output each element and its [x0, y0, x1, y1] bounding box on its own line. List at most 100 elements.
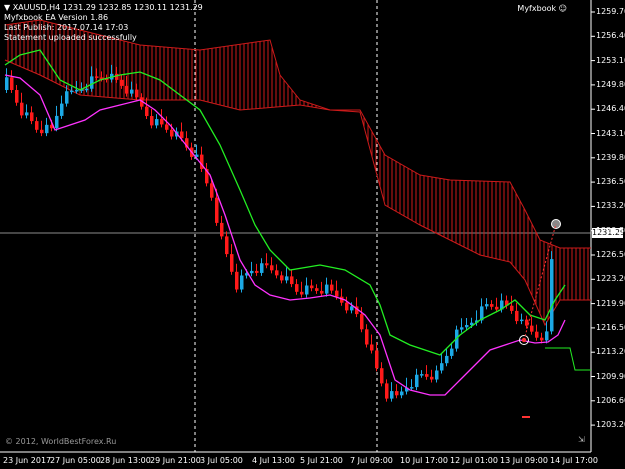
candle-body — [230, 254, 234, 272]
candle-body — [150, 116, 154, 126]
candle-body — [390, 391, 394, 399]
candle-body — [485, 304, 489, 307]
price-axis-label: 1253.10 — [596, 55, 625, 65]
candle-body — [95, 76, 99, 78]
candle-body — [290, 276, 294, 285]
candle-body — [460, 327, 464, 330]
price-axis-label: 1259.70 — [596, 7, 625, 16]
candle-body — [215, 197, 219, 223]
candle-body — [365, 329, 369, 345]
candle-body — [165, 124, 169, 130]
candle-body — [155, 119, 159, 126]
candle-body — [295, 284, 299, 292]
candle-body — [280, 275, 284, 281]
price-axis-label: 1239.80 — [596, 152, 625, 162]
candle-body — [410, 387, 414, 389]
order-marker — [522, 416, 530, 418]
candle-body — [495, 306, 499, 310]
candle-body — [135, 89, 139, 98]
price-axis-label: 1216.50 — [596, 322, 625, 332]
candle-body — [530, 325, 534, 332]
tenkan-line — [4, 74, 566, 396]
candle-body — [535, 331, 539, 338]
symbol-info: ▼ XAUUSD,H4 1231.29 1232.85 1230.11 1231… — [4, 3, 203, 12]
candle-body — [415, 374, 419, 388]
chart-canvas[interactable]: ⇲ — [0, 0, 625, 469]
time-axis-label: 13 Jul 09:00 — [500, 456, 548, 465]
scroll-end-icon: ⇲ — [578, 435, 585, 444]
candle-body — [380, 368, 384, 384]
candle-body — [520, 319, 524, 322]
time-axis-label: 12 Jul 01:00 — [450, 456, 498, 465]
candle-body — [75, 90, 79, 92]
last-publish-label: Last Publish: 2017.07.14 17:03 — [4, 23, 129, 32]
candle-body — [285, 276, 289, 281]
candle-body — [145, 106, 149, 117]
candle-body — [250, 270, 254, 274]
candle-body — [445, 355, 449, 364]
candle-body — [450, 348, 454, 356]
brand-label: Myfxbook ☺ — [517, 4, 567, 13]
price-axis-label: 1229.80 — [596, 225, 625, 235]
price-axis-label: 1206.60 — [596, 395, 625, 405]
candle-body — [170, 129, 174, 137]
price-axis-label: 1203.20 — [596, 420, 625, 430]
candle-body — [210, 183, 214, 198]
candle-body — [125, 85, 129, 94]
candle-body — [420, 374, 424, 376]
candle-body — [65, 91, 69, 104]
candle-body — [490, 304, 494, 307]
status-label: Statement uploaded successfully — [4, 33, 137, 42]
sell-arrow-icon: ▼ — [4, 3, 11, 12]
candle-body — [60, 103, 64, 116]
candle-body — [85, 88, 89, 91]
ea-version-label: Myfxbook EA Version 1.86 — [4, 13, 109, 22]
candle-body — [70, 90, 74, 93]
candle-body — [120, 79, 124, 86]
candle-body — [325, 284, 329, 294]
candle-body — [435, 370, 439, 380]
candle-body — [320, 290, 324, 294]
candle-body — [160, 119, 164, 125]
price-axis-label: 1209.90 — [596, 371, 625, 381]
candle-body — [35, 121, 39, 130]
price-axis-label: 1223.20 — [596, 274, 625, 284]
candle-body — [440, 363, 444, 371]
price-axis-label: 1246.40 — [596, 104, 625, 114]
candle-body — [240, 275, 244, 290]
candle-body — [540, 337, 544, 341]
candle-body — [15, 90, 19, 103]
price-axis-label: 1233.20 — [596, 201, 625, 211]
time-axis-label: 10 Jul 17:00 — [400, 456, 448, 465]
candle-body — [430, 376, 434, 380]
candle-body — [345, 302, 349, 311]
candle-body — [5, 77, 9, 90]
candle-body — [225, 236, 229, 255]
candle-body — [275, 270, 279, 276]
price-axis-label: 1219.90 — [596, 298, 625, 308]
candle-body — [260, 263, 264, 273]
price-axis-label: 1226.50 — [596, 250, 625, 259]
candle-body — [375, 350, 379, 369]
candle-body — [55, 115, 59, 129]
candle-body — [400, 391, 404, 396]
time-axis-label: 7 Jul 09:00 — [350, 456, 393, 465]
candle-body — [510, 305, 514, 311]
candle-body — [545, 331, 549, 341]
price-axis-label: 1243.10 — [596, 128, 625, 138]
candle-body — [270, 265, 274, 271]
time-axis-label: 23 Jun 2017 — [3, 456, 52, 465]
price-axis-label: 1236.50 — [596, 177, 625, 187]
time-axis-label: 28 Jun 13:00 — [100, 456, 151, 465]
candle-body — [350, 306, 354, 311]
candle-body — [370, 344, 374, 351]
candle-body — [255, 270, 259, 273]
candle-body — [25, 112, 29, 116]
time-axis-label: 29 Jun 21:00 — [150, 456, 201, 465]
price-axis-label: 1213.20 — [596, 347, 625, 357]
time-axis-label: 4 Jul 13:00 — [252, 456, 295, 465]
price-axis-label: 1249.80 — [596, 79, 625, 89]
candle-body — [550, 259, 554, 332]
candle-body — [130, 89, 134, 94]
chikou-tail — [545, 347, 591, 371]
